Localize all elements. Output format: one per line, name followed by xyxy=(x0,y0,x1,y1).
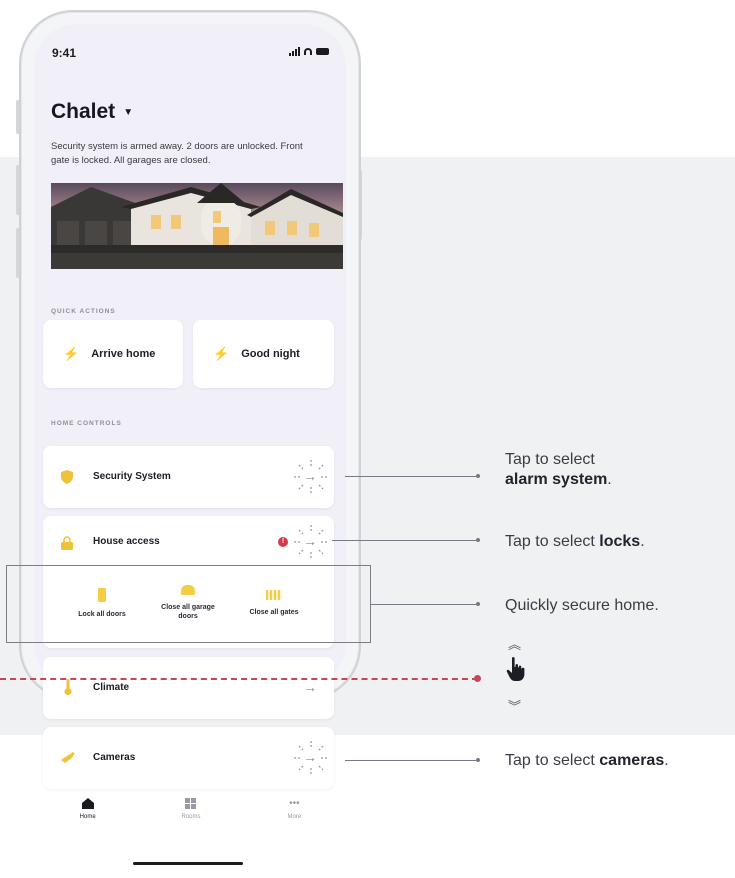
control-cameras[interactable]: Cameras → xyxy=(43,727,334,789)
home-status-description: Security system is armed away. 2 doors a… xyxy=(51,141,303,166)
callout-access: Tap to select locks. xyxy=(505,532,730,552)
house-photo xyxy=(51,183,343,269)
tap-indicator-icon xyxy=(294,460,328,494)
callout-bold-text: cameras xyxy=(599,752,665,769)
wifi-icon xyxy=(304,47,313,55)
tap-indicator-icon xyxy=(294,741,328,775)
scroll-threshold-dot xyxy=(474,675,481,682)
thermometer-icon xyxy=(64,679,72,700)
home-selector[interactable]: Chalet ▼ xyxy=(51,100,133,124)
callout-dot xyxy=(476,538,480,542)
control-label: Climate xyxy=(93,682,130,693)
callout-text: Tap to select xyxy=(505,451,595,468)
signal-icon xyxy=(289,46,300,56)
battery-icon xyxy=(316,47,329,55)
callout-bold-text: alarm system xyxy=(505,471,608,488)
page-title: Chalet xyxy=(51,100,116,123)
control-climate[interactable]: Climate → xyxy=(43,657,334,719)
callout-leader-line xyxy=(345,760,477,761)
rooms-icon xyxy=(185,798,197,809)
callout-cameras: Tap to select cameras. xyxy=(505,751,735,771)
camera-icon xyxy=(61,751,75,769)
quick-action-arrive-home[interactable]: ⚡ Arrive home xyxy=(43,320,183,388)
home-controls-heading: HOME CONTROLS xyxy=(51,420,122,427)
callout-bold-text: locks xyxy=(599,533,641,550)
hand-pointer-icon xyxy=(506,657,525,681)
status-icons xyxy=(289,44,329,58)
callout-suffix: . xyxy=(640,533,645,550)
tab-bar: Home Rooms ••• More xyxy=(36,790,346,850)
control-label: House access xyxy=(93,536,160,547)
quick-action-label: Arrive home xyxy=(91,348,156,360)
callout-suffix: . xyxy=(607,471,612,488)
callout-leader-line xyxy=(371,604,477,605)
callout-suffix: . xyxy=(664,752,669,769)
tab-label: Home xyxy=(79,814,96,820)
tab-label: More xyxy=(287,814,302,820)
control-label: Security System xyxy=(93,471,171,482)
arrow-right-icon: → xyxy=(303,679,317,695)
callout-security: Tap to select alarm system. xyxy=(505,450,725,490)
chevron-double-down-icon: ︾ xyxy=(508,699,522,714)
alert-badge: ! xyxy=(278,537,288,547)
tab-rooms[interactable]: Rooms xyxy=(139,790,242,850)
tutorial-stage: 9:41 Chalet ▼ Security system is armed a… xyxy=(0,0,735,878)
callout-leader-line xyxy=(345,476,477,477)
callout-secure: Quickly secure home. xyxy=(505,597,659,614)
quick-action-label: Good night xyxy=(241,348,300,360)
callout-leader-line xyxy=(332,540,477,541)
callout-text: Tap to select xyxy=(505,533,600,550)
status-time: 9:41 xyxy=(52,46,77,60)
chevron-down-icon: ▼ xyxy=(123,106,134,118)
tap-indicator-icon xyxy=(294,525,328,559)
home-indicator xyxy=(133,862,243,865)
tab-more[interactable]: ••• More xyxy=(243,790,346,850)
chevron-double-up-icon: ︽ xyxy=(508,637,522,652)
lightning-icon: ⚡ xyxy=(213,346,230,361)
home-icon xyxy=(81,798,94,809)
lock-icon xyxy=(61,536,73,555)
quick-actions-heading: QUICK ACTIONS xyxy=(51,308,116,315)
control-label: Cameras xyxy=(93,752,136,763)
scroll-threshold-line xyxy=(0,678,478,680)
lightning-icon: ⚡ xyxy=(63,346,80,361)
shield-icon xyxy=(61,470,73,489)
quick-action-good-night[interactable]: ⚡ Good night xyxy=(193,320,334,388)
callout-dot xyxy=(476,474,480,478)
callout-dot xyxy=(476,602,480,606)
tab-home[interactable]: Home xyxy=(36,790,139,850)
callout-text: Tap to select xyxy=(505,752,600,769)
control-security-system[interactable]: Security System → xyxy=(43,446,334,508)
tab-label: Rooms xyxy=(181,814,201,820)
highlight-frame xyxy=(6,565,371,643)
more-icon: ••• xyxy=(289,798,300,809)
callout-dot xyxy=(476,758,480,762)
